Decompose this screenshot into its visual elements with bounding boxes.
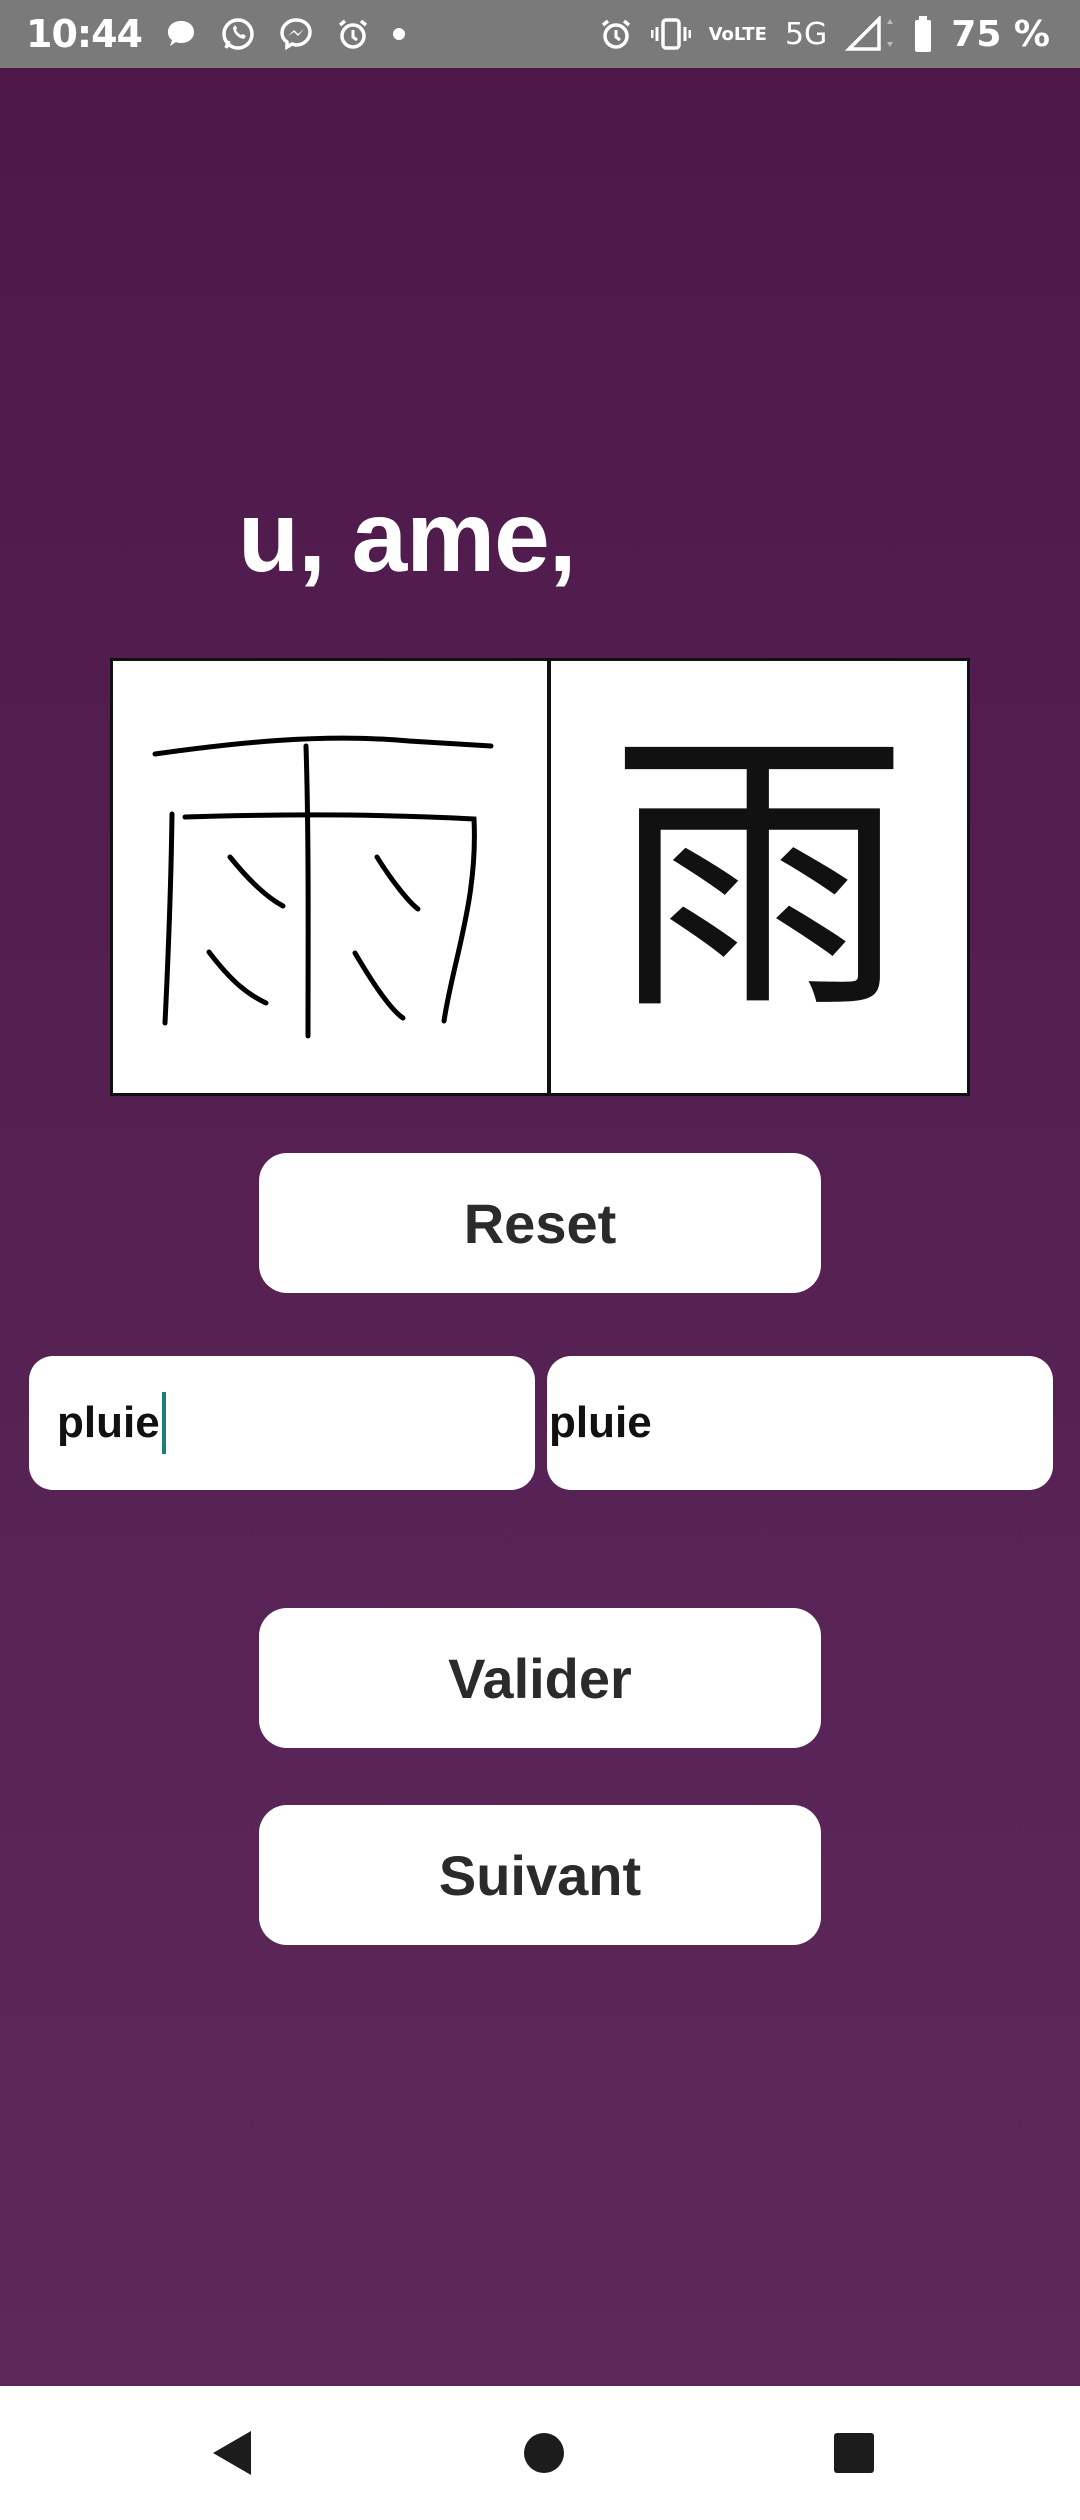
home-icon[interactable] [484, 2386, 604, 2520]
kanji-frame: 雨 [110, 658, 970, 1096]
expected-answer-field: pluie [547, 1356, 1053, 1490]
user-stroke [227, 854, 286, 909]
back-icon[interactable] [172, 2386, 292, 2520]
status-left: 10:44 [26, 0, 406, 68]
kanji-reading-title: u, ame, [238, 481, 577, 593]
dot-icon [392, 27, 406, 41]
recents-icon[interactable] [794, 2386, 914, 2520]
status-bar: 10:44 Vo LTE 5G 75 % [0, 0, 1080, 68]
volte-top: Vo [708, 23, 734, 45]
navigation-bar [0, 2386, 1080, 2520]
user-stroke [152, 735, 494, 757]
status-time: 10:44 [26, 12, 143, 56]
user-stroke [162, 811, 175, 1026]
user-stroke [182, 812, 477, 1024]
volte-icon: Vo LTE [708, 23, 767, 45]
whatsapp-icon [220, 16, 256, 52]
validate-button[interactable]: Valider [259, 1608, 821, 1748]
battery-percentage: 75 % [951, 13, 1050, 55]
chat-bubble-icon [164, 17, 198, 51]
answer-input[interactable]: pluie [29, 1356, 535, 1490]
answer-input-value: pluie [57, 1398, 160, 1447]
alarm-icon [599, 17, 633, 51]
battery-icon [913, 15, 933, 53]
reference-kanji: 雨 [609, 702, 909, 1051]
next-button[interactable]: Suivant [259, 1805, 821, 1945]
reset-button[interactable]: Reset [259, 1153, 821, 1293]
expected-answer-value: pluie [549, 1398, 652, 1447]
drawing-canvas[interactable] [113, 661, 547, 1093]
user-stroke [352, 950, 406, 1021]
alarm-icon [336, 17, 370, 51]
text-caret [161, 1392, 166, 1454]
user-stroke [303, 743, 311, 1039]
vibrate-icon [650, 17, 691, 51]
signal-icon [845, 16, 895, 52]
user-stroke [206, 949, 269, 1006]
status-right: Vo LTE 5G 75 % [599, 0, 1050, 68]
network-type: 5G [784, 16, 828, 52]
user-stroke [374, 854, 421, 912]
messenger-icon [278, 16, 314, 52]
volte-bottom: LTE [733, 23, 767, 45]
